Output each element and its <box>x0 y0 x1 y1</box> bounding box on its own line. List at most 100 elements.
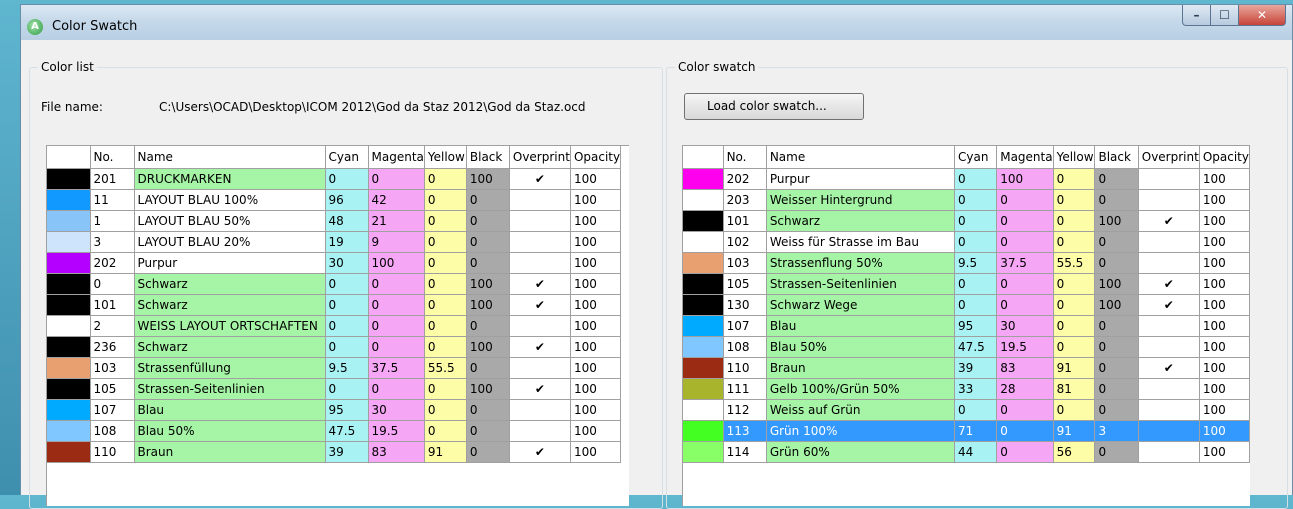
column-header-yellow[interactable]: Yellow <box>424 146 467 169</box>
table-row[interactable]: 130 Schwarz Wege 0 0 0 100 ✔ 100 <box>683 294 1250 316</box>
table-row[interactable]: 112 Weiss auf Grün 0 0 0 0 100 <box>683 399 1250 421</box>
number-cell: 103 <box>90 357 135 379</box>
column-header-swatch[interactable] <box>47 146 91 169</box>
column-header-cyan[interactable]: Cyan <box>325 146 369 169</box>
color-chip <box>47 315 89 335</box>
table-row[interactable]: 110 Braun 39 83 91 0 ✔ 100 <box>47 441 622 463</box>
color-chip <box>683 399 723 419</box>
overprint-cell <box>509 315 571 337</box>
table-row[interactable]: 103 Strassenfüllung 9.5 37.5 55.5 0 100 <box>47 357 622 379</box>
column-header-overprint[interactable]: Overprint <box>509 146 571 169</box>
table-row[interactable]: 107 Blau 95 30 0 0 100 <box>47 399 622 421</box>
table-row[interactable]: 3 LAYOUT BLAU 20% 19 9 0 0 100 <box>47 231 622 253</box>
table-row[interactable]: 203 Weisser Hintergrund 0 0 0 0 100 <box>683 189 1250 211</box>
yellow-cell: 0 <box>424 273 467 295</box>
column-header-no[interactable]: No. <box>90 146 135 169</box>
table-row[interactable]: 103 Strassenflung 50% 9.5 37.5 55.5 0 100 <box>683 252 1250 274</box>
opacity-cell: 100 <box>570 189 622 211</box>
overprint-cell <box>1138 168 1200 190</box>
maximize-button[interactable]: ☐ <box>1211 5 1239 26</box>
column-header-opacity[interactable]: Opacity <box>570 146 622 169</box>
table-row[interactable]: 108 Blau 50% 47.5 19.5 0 0 100 <box>683 336 1250 358</box>
table-row[interactable]: 105 Strassen-Seitenlinien 0 0 0 100 ✔ 100 <box>47 378 622 400</box>
load-color-swatch-button[interactable]: Load color swatch... <box>684 93 864 120</box>
yellow-cell: 0 <box>1053 189 1096 211</box>
column-header-name[interactable]: Name <box>766 146 956 169</box>
number-cell: 101 <box>90 294 135 316</box>
column-header-no[interactable]: No. <box>723 146 767 169</box>
yellow-cell: 0 <box>424 210 467 232</box>
title-bar[interactable]: A Color Swatch – ☐ ✕ <box>21 5 1292 40</box>
black-cell: 0 <box>466 420 510 442</box>
magenta-cell: 28 <box>996 378 1054 400</box>
magenta-cell: 83 <box>996 357 1054 379</box>
cyan-cell: 47.5 <box>954 336 998 358</box>
cyan-cell: 0 <box>954 294 998 316</box>
table-row[interactable]: 1 LAYOUT BLAU 50% 48 21 0 0 100 <box>47 210 622 232</box>
color-chip <box>47 441 89 461</box>
column-header-swatch[interactable] <box>683 146 724 169</box>
table-row[interactable]: 11 LAYOUT BLAU 100% 96 42 0 0 100 <box>47 189 622 211</box>
magenta-cell: 0 <box>368 336 425 358</box>
table-row[interactable]: 0 Schwarz 0 0 0 100 ✔ 100 <box>47 273 622 295</box>
cyan-cell: 0 <box>954 189 998 211</box>
column-header-magenta[interactable]: Magenta <box>368 146 425 169</box>
column-header-overprint[interactable]: Overprint <box>1138 146 1200 169</box>
black-cell: 100 <box>1094 273 1139 295</box>
overprint-cell: ✔ <box>509 273 571 295</box>
black-cell: 100 <box>1094 294 1139 316</box>
table-row[interactable]: 101 Schwarz 0 0 0 100 ✔ 100 <box>683 210 1250 232</box>
yellow-cell: 0 <box>424 315 467 337</box>
table-row[interactable]: 114 Grün 60% 44 0 56 0 100 <box>683 441 1250 463</box>
overprint-cell: ✔ <box>509 168 571 190</box>
overprint-cell <box>509 420 571 442</box>
table-row[interactable]: 202 Purpur 30 100 0 0 100 <box>47 252 622 274</box>
color-swatch-cell <box>47 294 91 316</box>
table-row[interactable]: 201 DRUCKMARKEN 0 0 0 100 ✔ 100 <box>47 168 622 190</box>
column-header-black[interactable]: Black <box>1094 146 1139 169</box>
overprint-cell: ✔ <box>509 441 571 463</box>
color-swatch-table[interactable]: No. Name Cyan Magenta Yellow Black Overprint Op… <box>682 145 1250 506</box>
overprint-cell: ✔ <box>509 378 571 400</box>
table-row[interactable]: 111 Gelb 100%/Grün 50% 33 28 81 0 100 <box>683 378 1250 400</box>
table-row[interactable]: 113 Grün 100% 71 0 91 3 100 <box>683 420 1250 442</box>
table-row[interactable]: 236 Schwarz 0 0 0 100 ✔ 100 <box>47 336 622 358</box>
opacity-cell: 100 <box>1199 399 1250 421</box>
column-header-yellow[interactable]: Yellow <box>1053 146 1096 169</box>
opacity-cell: 100 <box>1199 336 1250 358</box>
cyan-cell: 96 <box>325 189 369 211</box>
table-row[interactable]: 101 Schwarz 0 0 0 100 ✔ 100 <box>47 294 622 316</box>
table-row[interactable]: 110 Braun 39 83 91 0 ✔ 100 <box>683 357 1250 379</box>
color-chip <box>683 273 723 293</box>
yellow-cell: 0 <box>1053 315 1096 337</box>
number-cell: 201 <box>90 168 135 190</box>
table-row[interactable]: 108 Blau 50% 47.5 19.5 0 0 100 <box>47 420 622 442</box>
app-icon: A <box>27 19 43 35</box>
name-cell: Schwarz <box>134 294 326 316</box>
black-cell: 0 <box>1094 399 1139 421</box>
close-icon: ✕ <box>1256 8 1268 22</box>
color-swatch-cell <box>47 315 91 337</box>
column-header-cyan[interactable]: Cyan <box>954 146 998 169</box>
color-chip <box>47 294 89 314</box>
number-cell: 11 <box>90 189 135 211</box>
overprint-cell: ✔ <box>509 294 571 316</box>
table-row[interactable]: 202 Purpur 0 100 0 0 100 <box>683 168 1250 190</box>
yellow-cell: 0 <box>424 252 467 274</box>
table-row[interactable]: 2 WEISS LAYOUT ORTSCHAFTEN 0 0 0 0 100 <box>47 315 622 337</box>
window-controls: – ☐ ✕ <box>1182 5 1286 27</box>
column-header-name[interactable]: Name <box>134 146 326 169</box>
color-swatch-cell <box>47 357 91 379</box>
table-row[interactable]: 107 Blau 95 30 0 0 100 <box>683 315 1250 337</box>
table-row[interactable]: 102 Weiss für Strasse im Bau 0 0 0 0 100 <box>683 231 1250 253</box>
column-header-opacity[interactable]: Opacity <box>1199 146 1250 169</box>
opacity-cell: 100 <box>1199 168 1250 190</box>
column-header-black[interactable]: Black <box>466 146 510 169</box>
black-cell: 0 <box>466 252 510 274</box>
close-button[interactable]: ✕ <box>1239 5 1286 26</box>
yellow-cell: 91 <box>1053 357 1096 379</box>
color-list-table[interactable]: No. Name Cyan Magenta Yellow Black Overprint Op… <box>46 145 629 506</box>
table-row[interactable]: 105 Strassen-Seitenlinien 0 0 0 100 ✔ 100 <box>683 273 1250 295</box>
minimize-button[interactable]: – <box>1182 5 1211 26</box>
column-header-magenta[interactable]: Magenta <box>996 146 1054 169</box>
